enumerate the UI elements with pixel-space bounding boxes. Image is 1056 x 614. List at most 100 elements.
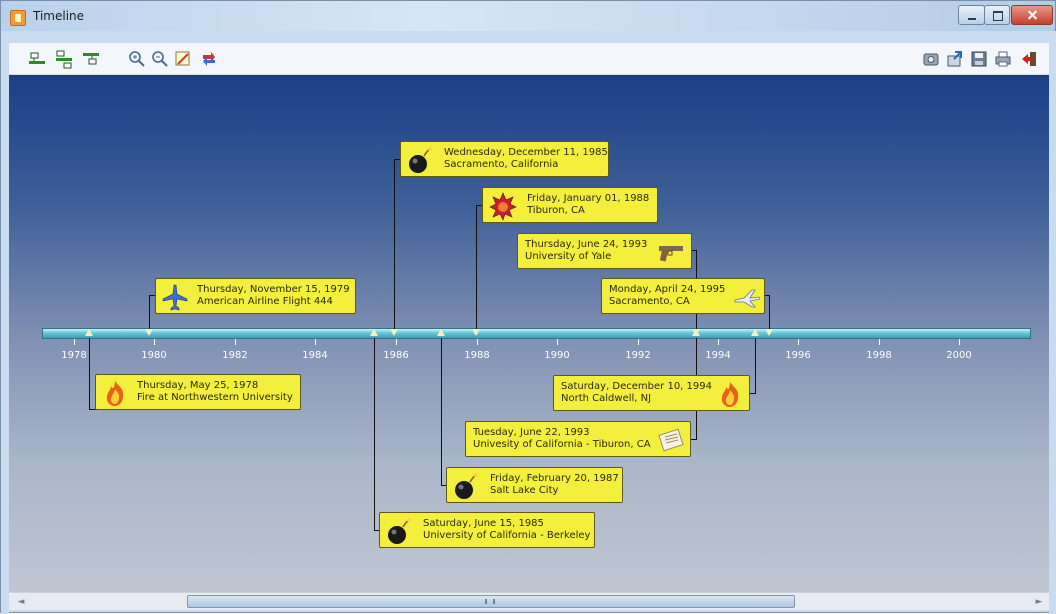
tick-label-1996: 1996: [785, 350, 811, 361]
event-place: North Caldwell, NJ: [561, 393, 652, 404]
airplane-icon: [160, 282, 190, 312]
zoom-in-icon[interactable]: [127, 49, 147, 69]
window-border-right: [1049, 31, 1056, 614]
tick-mark: [638, 339, 639, 345]
tick-mark: [154, 339, 155, 345]
tick-label-1982: 1982: [222, 350, 248, 361]
tick-label-1998: 1998: [866, 350, 892, 361]
connector-line: [374, 338, 375, 530]
tick-mark: [74, 339, 75, 345]
event-date: Wednesday, December 11, 1985: [444, 147, 608, 158]
explosion-icon: [488, 191, 518, 221]
layout-above-icon[interactable]: [27, 49, 47, 69]
timeline-canvas[interactable]: 1978 1980 1982 1984 1986 1988 1990 1992 …: [9, 75, 1049, 592]
refresh-icon[interactable]: [199, 49, 219, 69]
timeline-window: Timeline 1978 1980 1982 1984 1986 1988 1…: [0, 0, 1056, 614]
event-card-bomb-1987[interactable]: Friday, February 20, 1987 Salt Lake City: [446, 467, 623, 503]
tick-label-1990: 1990: [544, 350, 570, 361]
print-icon[interactable]: [993, 49, 1013, 69]
tick-mark: [879, 339, 880, 345]
event-card-fire-1978[interactable]: Thursday, May 25, 1978 Fire at Northwest…: [95, 374, 301, 410]
event-card-fire-1994[interactable]: Saturday, December 10, 1994 North Caldwe…: [553, 375, 750, 411]
event-place: University of Yale: [525, 251, 612, 262]
event-marker[interactable]: [370, 329, 378, 336]
gun-icon: [656, 237, 686, 267]
timeline-axis-bar: [42, 328, 1031, 339]
connector-line: [476, 205, 477, 330]
tick-label-1986: 1986: [383, 350, 409, 361]
tick-mark: [235, 339, 236, 345]
event-marker[interactable]: [472, 329, 480, 336]
event-date: Saturday, December 10, 1994: [561, 381, 712, 392]
event-place: Tiburon, CA: [527, 205, 585, 216]
tick-mark: [557, 339, 558, 345]
event-card-gun-1993[interactable]: Thursday, June 24, 1993 University of Ya…: [517, 233, 692, 269]
event-card-letter-1993[interactable]: Tuesday, June 22, 1993 Univesity of Cali…: [465, 421, 691, 457]
event-marker[interactable]: [145, 329, 153, 336]
close-button[interactable]: [1011, 5, 1053, 25]
window-title: Timeline: [33, 9, 85, 23]
tick-label-1992: 1992: [625, 350, 651, 361]
title-bar[interactable]: Timeline: [1, 1, 1055, 31]
event-date: Thursday, May 25, 1978: [137, 380, 259, 391]
fire-icon: [715, 379, 745, 409]
minimize-button[interactable]: [958, 5, 985, 25]
event-place: Salt Lake City: [490, 485, 559, 496]
event-marker[interactable]: [751, 329, 759, 336]
event-card-bomb-1985-sacramento[interactable]: Wednesday, December 11, 1985 Sacramento,…: [400, 141, 609, 177]
bomb-icon: [384, 516, 414, 546]
event-date: Friday, February 20, 1987: [490, 473, 619, 484]
event-place: Sacramento, California: [444, 159, 559, 170]
tick-mark: [718, 339, 719, 345]
bomb-icon: [405, 145, 435, 175]
layout-alternate-icon[interactable]: [54, 49, 74, 69]
event-card-explosion-1988[interactable]: Friday, January 01, 1988 Tiburon, CA: [482, 187, 658, 223]
event-marker[interactable]: [390, 329, 398, 336]
scrollbar-grip-icon: [485, 599, 495, 604]
event-date: Thursday, November 15, 1979: [197, 284, 350, 295]
tick-mark: [396, 339, 397, 345]
event-card-plane-1995[interactable]: Monday, April 24, 1995 Sacramento, CA: [601, 278, 765, 314]
event-date: Tuesday, June 22, 1993: [473, 427, 590, 438]
tick-label-2000: 2000: [946, 350, 972, 361]
toolbar: [9, 43, 1049, 75]
tick-mark: [477, 339, 478, 345]
edit-icon[interactable]: [173, 49, 193, 69]
layout-below-icon[interactable]: [81, 49, 101, 69]
scroll-right-arrow-icon[interactable]: ►: [1033, 596, 1045, 608]
scrollbar-thumb[interactable]: [187, 595, 795, 608]
event-marker[interactable]: [85, 329, 93, 336]
zoom-out-icon[interactable]: [150, 49, 170, 69]
connector-line: [89, 338, 90, 409]
window-border-left: [1, 31, 9, 614]
connector-line: [749, 393, 756, 394]
exit-icon[interactable]: [1019, 49, 1039, 69]
event-place: American Airline Flight 444: [197, 296, 333, 307]
bomb-icon: [451, 471, 481, 501]
connector-line: [149, 295, 150, 330]
window-frame-top: [9, 31, 1049, 43]
tick-mark: [798, 339, 799, 345]
event-place: Univesity of California - Tiburon, CA: [473, 439, 651, 450]
jet-icon: [732, 282, 762, 312]
tick-label-1978: 1978: [61, 350, 87, 361]
tick-label-1984: 1984: [302, 350, 328, 361]
event-place: Sacramento, CA: [609, 296, 690, 307]
event-marker[interactable]: [765, 329, 773, 336]
event-marker[interactable]: [692, 329, 700, 336]
connector-line: [441, 338, 442, 485]
connector-line: [769, 295, 770, 330]
save-icon[interactable]: [969, 49, 989, 69]
tick-label-1994: 1994: [705, 350, 731, 361]
event-date: Saturday, June 15, 1985: [423, 518, 544, 529]
snapshot-icon[interactable]: [921, 49, 941, 69]
scroll-left-arrow-icon[interactable]: ◄: [15, 596, 27, 608]
event-card-flight-1979[interactable]: Thursday, November 15, 1979 American Air…: [155, 278, 356, 314]
export-icon[interactable]: [945, 49, 965, 69]
event-marker[interactable]: [437, 329, 445, 336]
event-card-bomb-1985-berkeley[interactable]: Saturday, June 15, 1985 University of Ca…: [379, 512, 595, 548]
connector-line: [394, 159, 395, 330]
horizontal-scrollbar[interactable]: ◄ ►: [9, 592, 1049, 610]
event-place: University of California - Berkeley: [423, 530, 591, 541]
maximize-button[interactable]: [984, 5, 1010, 25]
